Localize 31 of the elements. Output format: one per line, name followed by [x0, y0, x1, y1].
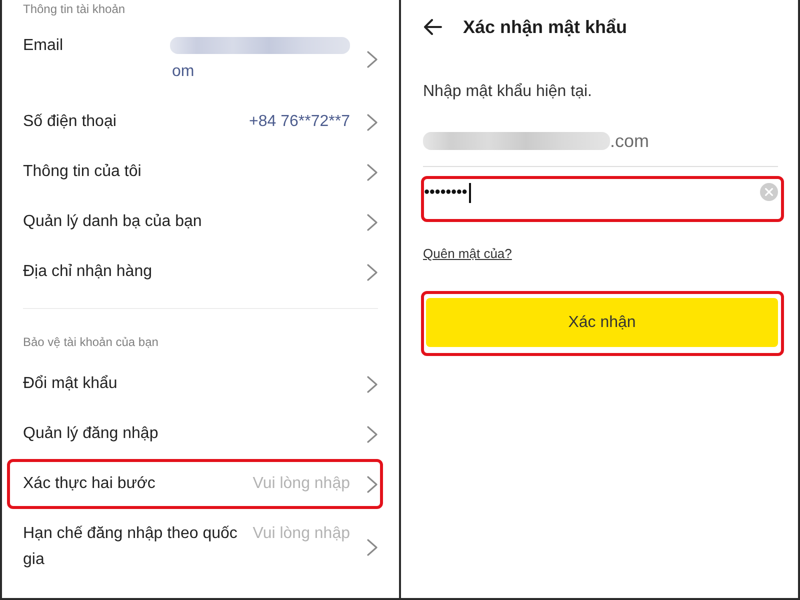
- settings-row[interactable]: Quản lý danh bạ của bạn: [7, 197, 383, 247]
- chevron-right-icon: [367, 376, 378, 392]
- settings-row[interactable]: Email om: [7, 21, 383, 97]
- placeholder-text: Vui lòng nhập: [252, 474, 350, 494]
- confirm-button[interactable]: Xác nhận: [426, 298, 778, 347]
- chevron-right-icon: [367, 214, 378, 230]
- settings-row[interactable]: Thông tin của tôi: [7, 147, 383, 197]
- settings-row[interactable]: Số điện thoại +84 76**72**7: [7, 97, 383, 147]
- back-arrow-icon[interactable]: [423, 19, 442, 35]
- value-text: om: [172, 62, 196, 82]
- settings-row[interactable]: Quản lý đăng nhập: [7, 409, 383, 459]
- section-heading: Thông tin tài khoản: [22, 1, 126, 18]
- placeholder-text: Vui lòng nhập: [252, 524, 350, 544]
- value-text: +84 76**72**7: [249, 112, 350, 132]
- screen-title: Xác nhận mật khẩu: [463, 16, 628, 38]
- chevron-right-icon: [367, 114, 378, 130]
- chevron-right-icon: [367, 476, 378, 492]
- account-email-text: .com: [610, 130, 650, 152]
- chevron-right-icon: [367, 264, 378, 280]
- settings-row[interactable]: Đổi mật khẩu: [7, 359, 383, 409]
- section-heading: Bảo vệ tài khoản của bạn: [22, 334, 160, 351]
- settings-row[interactable]: Địa chỉ nhận hàng: [7, 247, 383, 297]
- chevron-right-icon: [367, 426, 378, 442]
- password-field[interactable]: ••••••••: [421, 176, 784, 222]
- chevron-right-icon: [367, 538, 378, 556]
- instruction-text: Nhập mật khẩu hiện tại.: [423, 82, 593, 102]
- settings-row[interactable]: Hạn chế đăng nhập theo quốc gia Vui lòng nhập: [7, 509, 383, 585]
- chevron-right-icon: [367, 50, 378, 68]
- chevron-right-icon: [367, 164, 378, 180]
- forgot-password-link[interactable]: Quên mật của?: [423, 246, 512, 262]
- settings-row[interactable]: Xác thực hai bước Vui lòng nhập: [7, 459, 383, 509]
